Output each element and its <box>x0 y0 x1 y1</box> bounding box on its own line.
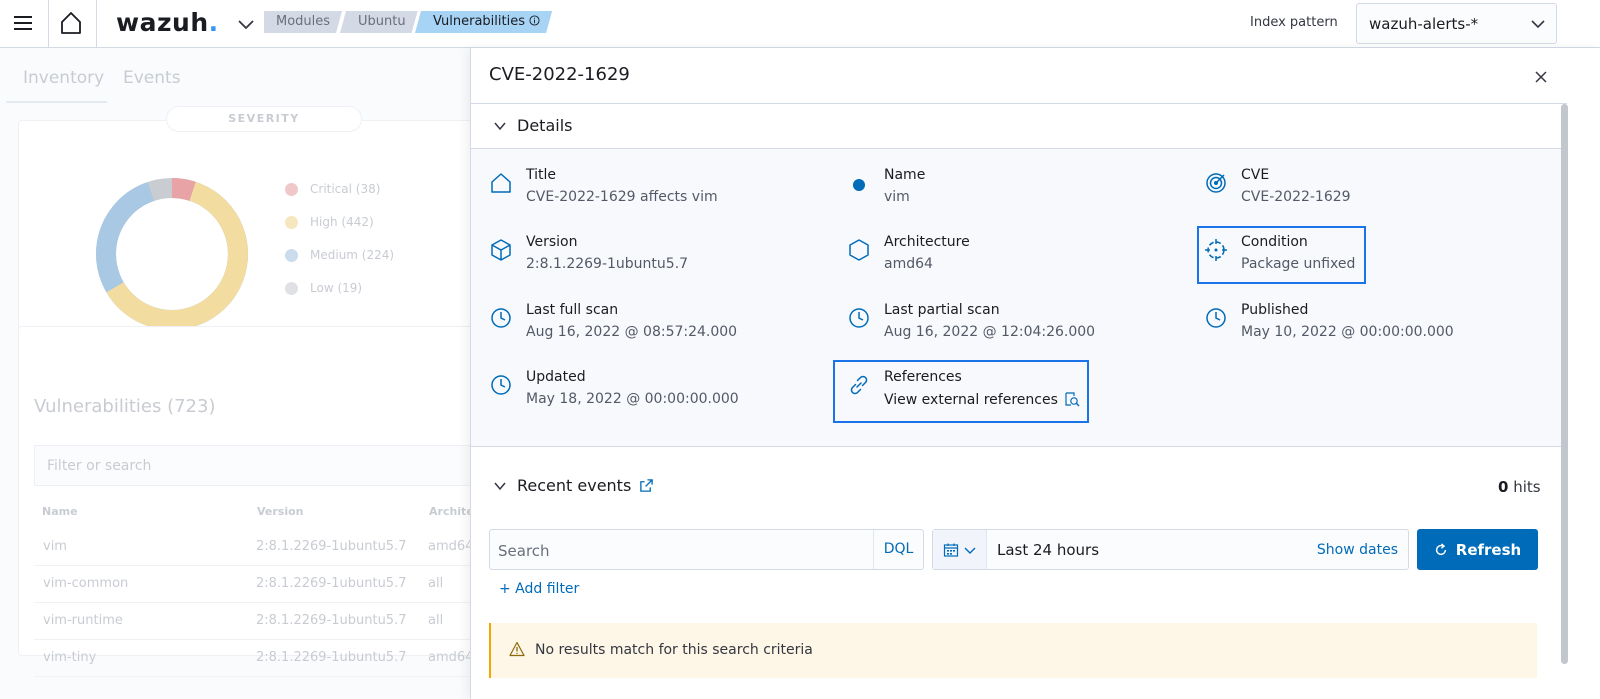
index-pattern-value: wazuh-alerts-* <box>1369 14 1479 33</box>
menu-icon[interactable] <box>14 12 36 34</box>
column-header-architecture[interactable]: Architecture <box>429 505 470 518</box>
view-external-references-link[interactable]: View external references <box>884 391 1080 408</box>
quick-select-button[interactable] <box>933 530 987 569</box>
clock-icon <box>849 308 869 328</box>
table-row[interactable]: vim-common 2:8.1.2269-1ubuntu5.7 all <box>34 566 474 603</box>
breadcrumb-modules[interactable]: Modules <box>264 11 342 33</box>
home-icon <box>491 173 511 193</box>
recent-events-accordion-toggle[interactable]: Recent events <box>493 476 631 495</box>
legend-item-critical[interactable]: Critical (38) <box>285 182 380 196</box>
vulnerabilities-title: Vulnerabilities (723) <box>34 396 216 417</box>
top-header: wazuh. Modules Ubuntu Vulnerabilities In… <box>0 0 1600 48</box>
dql-toggle-button[interactable]: DQL <box>873 530 923 569</box>
date-picker: Last 24 hours Show dates <box>932 529 1409 570</box>
chevron-down-icon[interactable] <box>237 15 255 33</box>
events-search-input[interactable]: Search DQL <box>489 529 924 570</box>
clock-icon <box>491 308 511 328</box>
warning-icon <box>509 641 525 657</box>
severity-title: SEVERITY <box>166 106 362 132</box>
chevron-down-icon <box>494 482 506 490</box>
hexagon-icon <box>849 239 869 261</box>
recent-events-label: Recent events <box>517 476 632 495</box>
details-bottom-divider <box>471 446 1567 447</box>
chevron-down-icon <box>494 122 506 130</box>
callout-message: No results match for this search criteri… <box>535 642 813 658</box>
external-link-icon[interactable] <box>639 478 654 493</box>
search-placeholder: Search <box>498 542 550 560</box>
radar-icon <box>1206 173 1226 193</box>
crosshair-icon <box>1205 239 1227 261</box>
column-header-version[interactable]: Version <box>257 505 304 518</box>
link-icon <box>850 375 868 395</box>
tab-events[interactable]: Events <box>123 68 181 88</box>
column-header-name[interactable]: Name <box>42 505 78 518</box>
package-icon <box>491 239 511 261</box>
active-tab-underline <box>6 101 107 103</box>
flyout-divider <box>471 103 1567 104</box>
tab-inventory[interactable]: Inventory <box>23 68 104 88</box>
severity-donut-chart <box>96 178 248 330</box>
hits-count: 0 hits <box>1498 478 1541 496</box>
table-row[interactable]: vim 2:8.1.2269-1ubuntu5.7 amd64 <box>34 529 474 566</box>
add-filter-button[interactable]: + Add filter <box>499 581 579 597</box>
time-range-display[interactable]: Last 24 hours <box>997 541 1099 559</box>
calendar-icon <box>943 543 959 557</box>
search-document-icon[interactable] <box>1064 391 1080 407</box>
cve-flyout-panel: CVE-2022-1629 Details Title CVE-2022-162… <box>470 48 1600 699</box>
details-label: Details <box>517 116 573 135</box>
filter-search-input[interactable]: Filter or search <box>34 445 484 486</box>
header-divider <box>48 0 49 48</box>
chevron-down-icon <box>964 547 976 554</box>
clock-icon <box>1206 308 1226 328</box>
chevron-down-icon <box>1531 20 1545 29</box>
header-divider <box>96 0 97 48</box>
breadcrumb-ubuntu[interactable]: Ubuntu <box>340 11 418 33</box>
index-pattern-select[interactable]: wazuh-alerts-* <box>1356 3 1557 44</box>
flyout-scrollbar[interactable] <box>1561 104 1568 664</box>
info-icon[interactable] <box>529 15 540 26</box>
show-dates-link[interactable]: Show dates <box>1317 542 1398 558</box>
clock-icon <box>491 375 511 395</box>
breadcrumb-vulnerabilities: Vulnerabilities <box>415 11 552 33</box>
table-row[interactable]: vim-runtime 2:8.1.2269-1ubuntu5.7 all <box>34 603 474 640</box>
details-accordion-toggle[interactable]: Details <box>493 116 572 135</box>
refresh-icon <box>1435 542 1446 555</box>
wazuh-logo[interactable]: wazuh. <box>116 8 219 37</box>
flyout-title: CVE-2022-1629 <box>489 64 630 85</box>
legend-item-high[interactable]: High (442) <box>285 215 374 229</box>
index-pattern-label: Index pattern <box>1250 15 1338 30</box>
table-row[interactable]: vim-tiny 2:8.1.2269-1ubuntu5.7 amd64 <box>34 640 474 677</box>
home-icon[interactable] <box>58 10 84 36</box>
refresh-button[interactable]: Refresh <box>1417 529 1538 570</box>
legend-item-medium[interactable]: Medium (224) <box>285 248 394 262</box>
legend-item-low[interactable]: Low (19) <box>285 281 362 295</box>
close-icon[interactable] <box>1534 70 1548 84</box>
dot-icon <box>853 179 865 191</box>
no-results-callout: No results match for this search criteri… <box>489 623 1537 678</box>
